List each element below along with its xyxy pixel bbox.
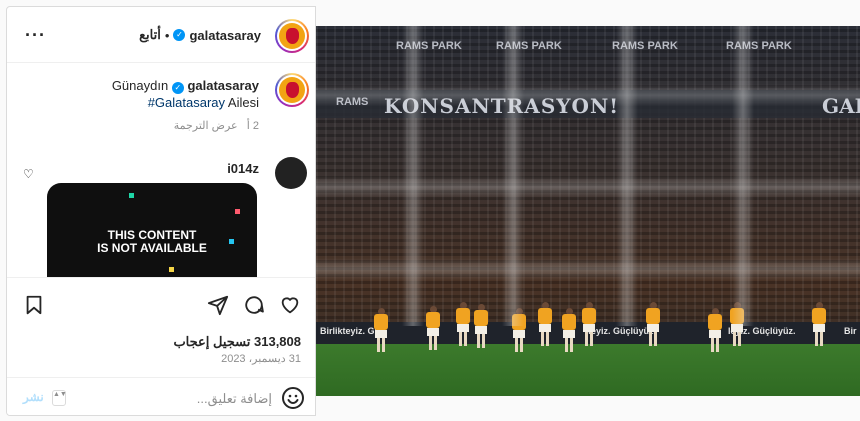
caption-greeting: Günaydın xyxy=(111,78,169,93)
likes-count[interactable]: 313,808 تسجيل إعجاب xyxy=(173,334,301,350)
player xyxy=(374,308,388,352)
caption-suffix: Ailesi xyxy=(227,95,259,110)
header-username[interactable]: galatasaray xyxy=(189,28,261,43)
goal-net-bar xyxy=(316,176,860,198)
post-date: 31 ديسمبر، 2023 xyxy=(221,353,301,365)
player xyxy=(708,308,722,352)
unavailable-line-2: IS NOT AVAILABLE xyxy=(97,241,207,255)
verified-badge-icon: ✓ xyxy=(171,82,184,94)
caption-avatar[interactable] xyxy=(275,73,309,107)
post-photo[interactable]: RAMS PARK RAMS PARK RAMS PARK RAMS PARK … xyxy=(316,26,860,396)
emoji-icon[interactable] xyxy=(281,386,305,410)
comment-icon[interactable] xyxy=(243,294,265,316)
caption-text: Günaydın ✓ galatasaray #Galatasaray Aile… xyxy=(39,77,259,111)
unavailable-content-text: THIS CONTENT IS NOT AVAILABLE xyxy=(47,229,257,255)
confetti-dot xyxy=(235,209,240,214)
player xyxy=(456,302,470,346)
player xyxy=(562,308,576,352)
player xyxy=(812,302,826,346)
confetti-dot xyxy=(129,193,134,198)
like-heart-icon[interactable] xyxy=(279,294,301,316)
comment-input[interactable] xyxy=(77,386,272,410)
commenter-avatar[interactable] xyxy=(275,157,307,189)
instagram-post-view: ··· أتابع • ✓ galatasaray Günaydın ✓ gal… xyxy=(0,0,860,421)
ad-board-text: Bir xyxy=(844,326,857,336)
player xyxy=(474,304,488,348)
separator-dot: • xyxy=(164,27,170,43)
caption-age: 2 أ xyxy=(246,120,259,132)
club-logo xyxy=(279,23,305,49)
caption-meta: 2 أ عرض الترجمة xyxy=(174,119,259,132)
see-translation-link[interactable]: عرض الترجمة xyxy=(174,120,238,132)
verified-badge-icon: ✓ xyxy=(173,29,186,41)
caption-hashtag[interactable]: #Galatasaray xyxy=(148,95,225,110)
commenter-username[interactable]: i014z xyxy=(227,161,259,176)
player xyxy=(538,302,552,346)
pitch-grass xyxy=(316,344,860,396)
player xyxy=(582,302,596,346)
header-user-line: أتابع • ✓ galatasaray xyxy=(139,27,261,43)
post-comment-button[interactable]: نشر xyxy=(23,390,44,404)
confetti-dot xyxy=(169,267,174,272)
goal-net-bar xyxy=(316,258,860,280)
unavailable-content-card: THIS CONTENT IS NOT AVAILABLE xyxy=(47,183,257,277)
add-comment-bar: نشر ▲▼ xyxy=(7,377,315,415)
club-logo xyxy=(279,77,305,103)
post-header: ··· أتابع • ✓ galatasaray xyxy=(7,7,315,63)
goal-net-bar xyxy=(316,84,860,106)
comment-like-icon[interactable]: ♡ xyxy=(23,167,34,181)
stepper-icon[interactable]: ▲▼ xyxy=(52,390,67,406)
player xyxy=(426,306,440,350)
share-icon[interactable] xyxy=(207,294,229,316)
follow-button[interactable]: أتابع xyxy=(139,27,161,43)
header-avatar[interactable] xyxy=(275,19,309,53)
more-options-icon[interactable]: ··· xyxy=(25,25,46,46)
player xyxy=(646,302,660,346)
post-side-panel: ··· أتابع • ✓ galatasaray Günaydın ✓ gal… xyxy=(6,6,316,416)
caption-username[interactable]: galatasaray xyxy=(187,78,259,93)
bookmark-icon[interactable] xyxy=(23,294,45,316)
post-actions: 313,808 تسجيل إعجاب 31 ديسمبر، 2023 xyxy=(7,277,315,377)
